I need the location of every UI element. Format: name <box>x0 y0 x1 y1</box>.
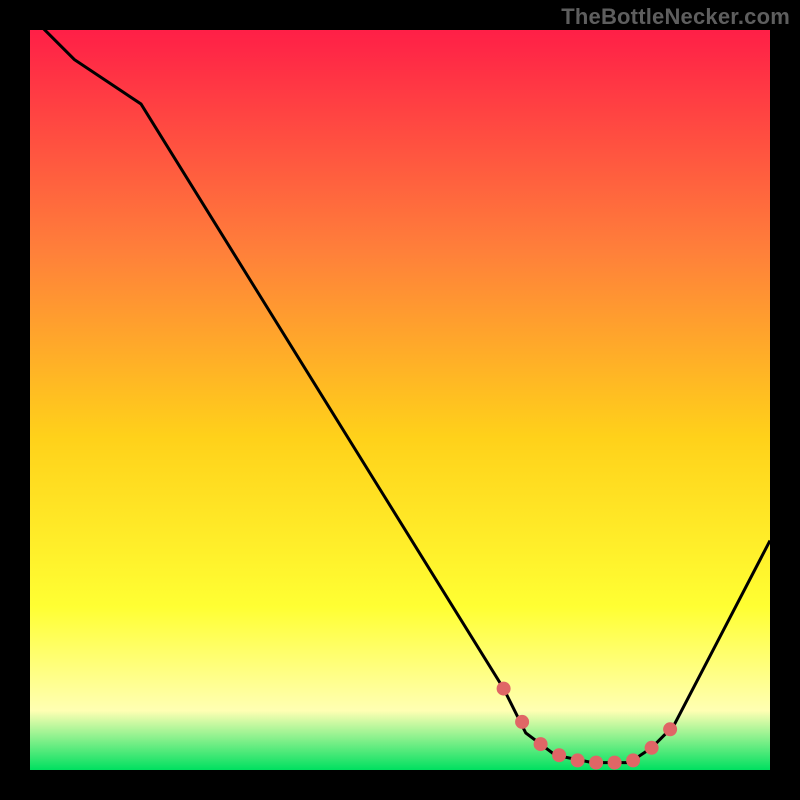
optimal-marker <box>552 748 566 762</box>
optimal-marker <box>589 756 603 770</box>
chart-stage: TheBottleNecker.com <box>0 0 800 800</box>
optimal-marker <box>515 715 529 729</box>
optimal-marker <box>663 722 677 736</box>
optimal-marker <box>534 737 548 751</box>
optimal-marker <box>571 753 585 767</box>
optimal-marker <box>608 756 622 770</box>
bottleneck-curve-svg <box>30 30 770 770</box>
optimal-marker <box>497 682 511 696</box>
bottleneck-curve <box>30 15 770 762</box>
plot-area <box>30 30 770 770</box>
optimal-marker <box>645 741 659 755</box>
optimal-range-markers <box>497 682 677 770</box>
optimal-marker <box>626 753 640 767</box>
watermark-text: TheBottleNecker.com <box>561 4 790 30</box>
